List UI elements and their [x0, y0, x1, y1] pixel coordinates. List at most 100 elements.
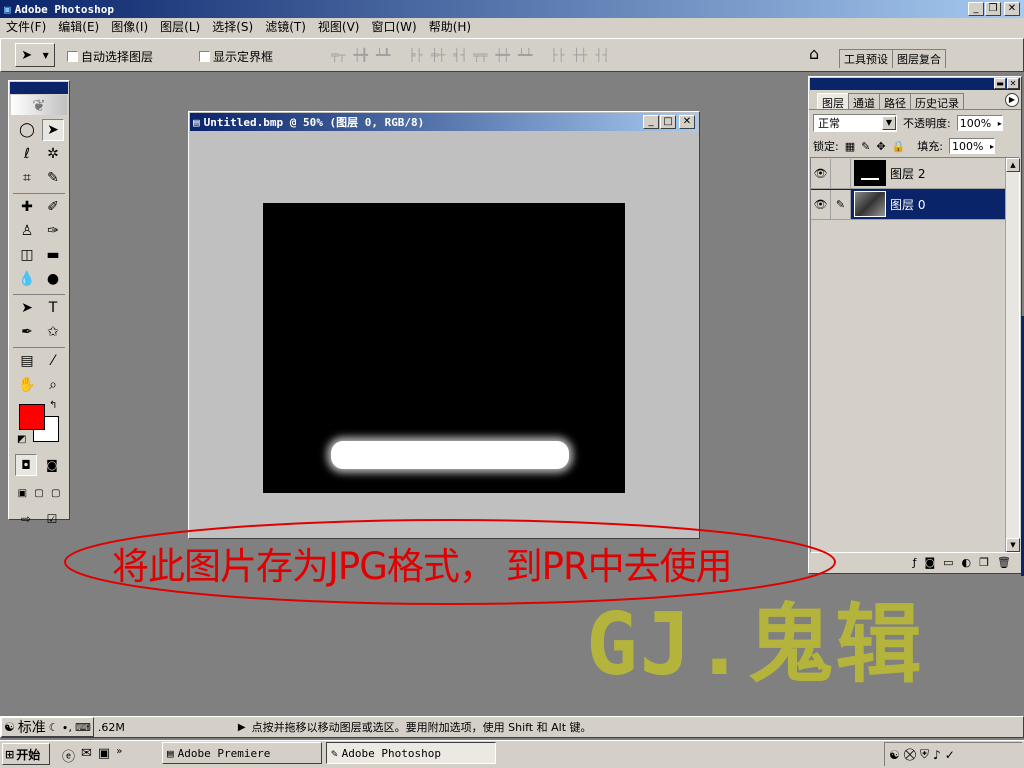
chevron-down-icon[interactable]: ▼: [882, 116, 896, 130]
brush-tool-icon[interactable]: ✐: [42, 196, 64, 218]
zoom-tool-icon[interactable]: ⌕: [42, 374, 64, 396]
hand-tool-icon[interactable]: ✋: [16, 374, 38, 396]
layers-scrollbar[interactable]: ▲ ▼: [1005, 158, 1020, 552]
menu-help[interactable]: 帮助(H): [423, 18, 477, 38]
distribute-top-icon[interactable]: ╤╤: [473, 48, 487, 62]
tab-tool-presets[interactable]: 工具预设: [839, 49, 893, 68]
menu-select[interactable]: 选择(S): [206, 18, 259, 38]
show-bounds-checkbox-box[interactable]: [199, 51, 210, 62]
document-close-button[interactable]: ✕: [679, 115, 695, 129]
visibility-eye-icon[interactable]: 👁: [811, 189, 831, 219]
quickmask-mode-button[interactable]: ◙: [41, 454, 63, 476]
status-arrow-icon[interactable]: ▶: [238, 722, 246, 733]
align-vcenter-icon[interactable]: ┿╋: [353, 48, 367, 62]
menu-filter[interactable]: 滤镜(T): [259, 18, 312, 38]
slice-tool-icon[interactable]: ✎: [42, 167, 64, 189]
default-colors-icon[interactable]: ◩: [17, 434, 26, 445]
history-brush-tool-icon[interactable]: ✑: [42, 220, 64, 242]
opacity-input[interactable]: 100% ▸: [956, 115, 1003, 131]
outlook-icon[interactable]: ✉: [81, 746, 92, 765]
auto-select-checkbox-box[interactable]: [67, 51, 78, 62]
panel-close-button[interactable]: ✕: [1007, 78, 1019, 89]
panel-minimize-button[interactable]: ▬: [994, 78, 1006, 89]
paint-brush-icon[interactable]: ✎: [831, 189, 851, 219]
screen-mode-standard-icon[interactable]: ▣: [15, 482, 30, 504]
panel-menu-icon[interactable]: ▶: [1005, 93, 1019, 107]
antivirus-icon[interactable]: ⛨: [920, 747, 929, 762]
tab-paths[interactable]: 路径: [879, 93, 911, 110]
jump-to-imageready-icon[interactable]: ⇨: [15, 508, 37, 530]
standard-mode-button[interactable]: ◘: [15, 454, 37, 476]
blur-tool-icon[interactable]: 💧: [16, 268, 38, 290]
new-group-icon[interactable]: ▭: [943, 556, 953, 569]
eraser-tool-icon[interactable]: ◫: [16, 244, 38, 266]
screen-mode-full-icon[interactable]: ▢: [48, 482, 63, 504]
distribute-hcenter-icon[interactable]: ┼┼: [573, 48, 587, 62]
app-minimize-button[interactable]: _: [968, 2, 984, 16]
scroll-up-icon[interactable]: ▲: [1006, 158, 1020, 172]
distribute-vcenter-icon[interactable]: ┿┿: [495, 48, 509, 62]
move-tool-icon[interactable]: ➤: [42, 119, 64, 141]
shape-tool-icon[interactable]: ✩: [42, 321, 64, 343]
blend-mode-select[interactable]: 正常 ▼: [813, 114, 897, 132]
canvas[interactable]: [263, 203, 625, 493]
desktop-icon[interactable]: ▣: [98, 746, 110, 765]
distribute-bottom-icon[interactable]: ┷┷: [518, 48, 532, 62]
start-button[interactable]: ⊞ 开始: [2, 743, 50, 765]
document-minimize-button[interactable]: _: [643, 115, 659, 129]
menu-file[interactable]: 文件(F): [0, 18, 52, 38]
app-close-button[interactable]: ✕: [1004, 2, 1020, 16]
ime-logo-icon[interactable]: ☯: [4, 720, 15, 734]
notes-tool-icon[interactable]: ▤: [16, 350, 38, 372]
screen-mode-full-menu-icon[interactable]: ▢: [32, 482, 47, 504]
task-adobe-premiere[interactable]: ▤ Adobe Premiere: [162, 742, 322, 764]
crop-tool-icon[interactable]: ⌗: [16, 167, 38, 189]
network-icon[interactable]: ⛒: [904, 747, 916, 762]
foreground-color-swatch[interactable]: [19, 404, 45, 430]
fill-input[interactable]: 100% ▸: [948, 138, 995, 154]
fill-slider-arrow-icon[interactable]: ▸: [990, 142, 994, 151]
lock-transparency-icon[interactable]: ▦: [845, 140, 855, 153]
tab-channels[interactable]: 通道: [848, 93, 880, 110]
ime-mode[interactable]: 标准: [18, 717, 46, 737]
tab-layers[interactable]: 图层: [817, 93, 849, 110]
volume-icon[interactable]: ♪: [933, 748, 941, 762]
layer-row-layer-0[interactable]: 👁 ✎ 图层 0: [811, 189, 1007, 220]
align-left-icon[interactable]: ╞├: [408, 48, 422, 62]
trash-icon[interactable]: 🗑: [997, 556, 1011, 569]
tool-preset-picker[interactable]: ➤ ▼: [15, 43, 55, 67]
opacity-slider-arrow-icon[interactable]: ▸: [998, 119, 1002, 128]
tab-layer-comps[interactable]: 图层复合: [892, 49, 946, 68]
new-layer-icon[interactable]: ❐: [979, 556, 989, 569]
tray-app-icon[interactable]: ✓: [945, 748, 955, 762]
toolbox-header[interactable]: [10, 82, 68, 94]
app-restore-button[interactable]: ❐: [985, 2, 1001, 16]
show-bounds-checkbox[interactable]: 显示定界框: [199, 48, 273, 65]
healing-brush-tool-icon[interactable]: ✚: [16, 196, 38, 218]
layer-mask-icon[interactable]: ◙: [924, 556, 935, 569]
path-select-tool-icon[interactable]: ➤: [16, 297, 38, 319]
magic-wand-tool-icon[interactable]: ✲: [42, 143, 64, 165]
menu-layer[interactable]: 图层(L): [154, 18, 206, 38]
type-tool-icon[interactable]: T: [42, 297, 64, 319]
ime-punctuation-icon[interactable]: ∙,: [62, 721, 72, 734]
layer-style-icon[interactable]: ƒ: [913, 556, 917, 569]
pen-tool-icon[interactable]: ✒: [16, 321, 38, 343]
document-title-bar[interactable]: ▤ Untitled.bmp @ 50% (图层 0, RGB/8): [190, 113, 698, 131]
document-maximize-button[interactable]: □: [660, 115, 676, 129]
swap-colors-icon[interactable]: ↰: [49, 400, 57, 411]
distribute-left-icon[interactable]: ├├: [550, 48, 564, 62]
visibility-eye-icon[interactable]: 👁: [811, 158, 831, 188]
gradient-tool-icon[interactable]: ▬: [42, 244, 64, 266]
ime-keyboard-icon[interactable]: ⌨: [75, 721, 91, 734]
dodge-tool-icon[interactable]: ●: [42, 268, 64, 290]
tab-history[interactable]: 历史记录: [910, 93, 964, 110]
ime-halfwidth-icon[interactable]: ☾: [49, 721, 59, 734]
marquee-tool-icon[interactable]: ◯: [16, 119, 38, 141]
lock-all-icon[interactable]: 🔒: [892, 140, 906, 153]
align-right-icon[interactable]: ╡┤: [453, 48, 467, 62]
layer-link-cell[interactable]: [831, 158, 851, 188]
eyedropper-tool-icon[interactable]: ⁄: [42, 350, 64, 372]
distribute-right-icon[interactable]: ┤┤: [595, 48, 609, 62]
ime-tray-icon[interactable]: ☯: [889, 748, 900, 762]
